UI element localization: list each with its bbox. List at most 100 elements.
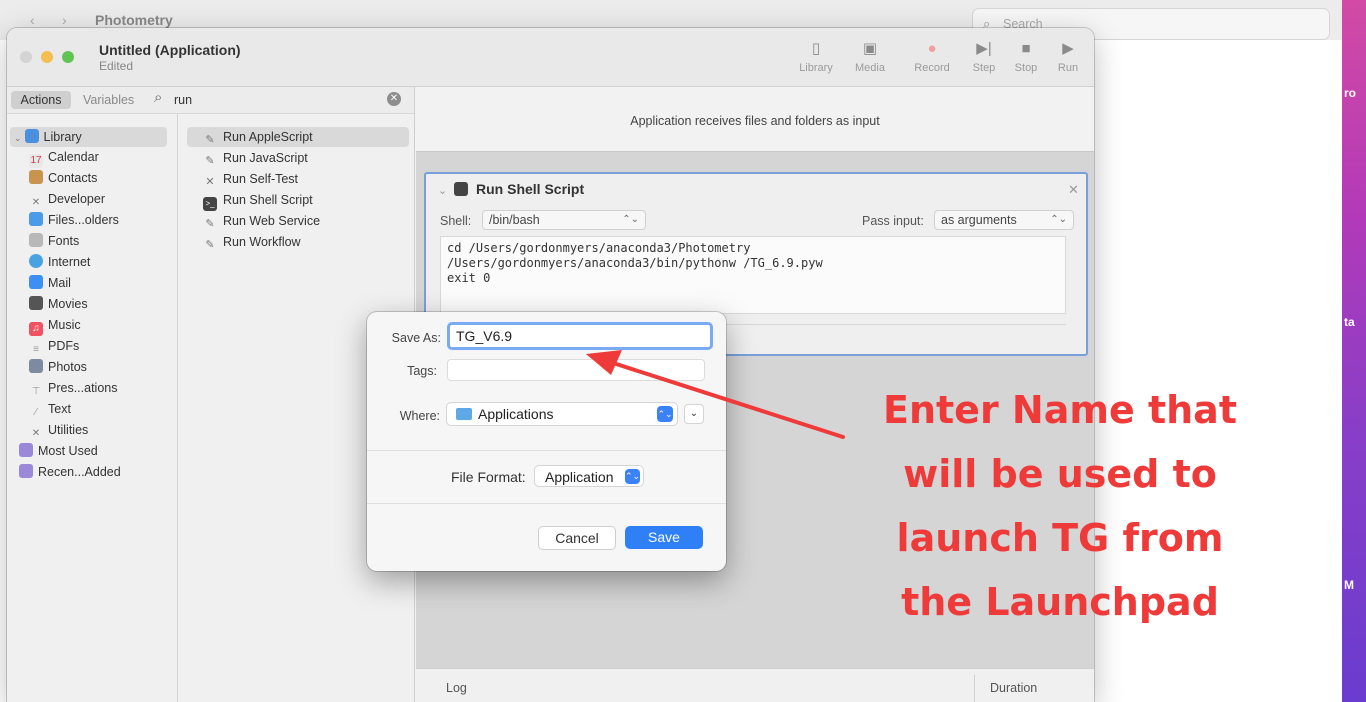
strip-label: M: [1344, 578, 1354, 592]
strip-label: ta: [1344, 315, 1355, 329]
forward-arrow-icon[interactable]: ›: [62, 12, 67, 28]
folder-icon: [19, 464, 33, 478]
media-toolbar-button[interactable]: ▣ Media: [847, 38, 893, 82]
workflow-header: Application receives files and folders a…: [416, 87, 1094, 152]
sidebar-item-pdfs[interactable]: ≡ PDFs: [7, 336, 199, 356]
sidebar-item-label: Recen...Added: [38, 465, 121, 479]
sidebar-item-calendar[interactable]: 17 Calendar: [7, 147, 199, 168]
sidebar-item-music[interactable]: ♫ Music: [7, 315, 199, 336]
calendar-icon: 17: [29, 154, 43, 168]
sidebar-item-developer[interactable]: ✕ Developer: [7, 189, 199, 209]
action-run-shell-script[interactable]: >_ Run Shell Script: [187, 190, 409, 211]
script-line: cd /Users/gordonmyers/anaconda3/Photomet…: [447, 241, 751, 255]
step-icon: ▶︎|: [976, 40, 992, 57]
tab-actions[interactable]: Actions: [11, 91, 71, 109]
action-title: Run Shell Script: [476, 181, 585, 197]
sidebar-item-label: Utilities: [48, 423, 89, 437]
sidebar-item-mail[interactable]: Mail: [7, 273, 199, 293]
chevron-down-icon[interactable]: ⌄: [438, 184, 447, 197]
strip-label: ro: [1344, 86, 1356, 100]
file-format-label: File Format:: [451, 469, 526, 485]
sidebar-item-label: Contacts: [48, 171, 98, 185]
toolbar-label: Step: [972, 62, 996, 74]
action-label: Run Workflow: [223, 235, 301, 249]
sidebar-item-utilities[interactable]: ✕ Utilities: [7, 420, 199, 440]
file-format-select[interactable]: Application ⌃⌄: [534, 465, 644, 487]
sidebar-item-presentations[interactable]: ⊤ Pres...ations: [7, 378, 199, 398]
minimize-window-button[interactable]: [41, 51, 53, 63]
record-icon: ●: [927, 40, 937, 57]
stop-toolbar-button[interactable]: ■ Stop: [1003, 38, 1049, 82]
sidebar-item-label: PDFs: [48, 339, 80, 353]
utilities-icon: ✕: [31, 428, 41, 439]
record-toolbar-button[interactable]: ● Record: [909, 38, 955, 82]
log-column-header[interactable]: Log: [446, 681, 467, 695]
cancel-button[interactable]: Cancel: [538, 526, 616, 550]
sidebar-item-label: Most Used: [38, 444, 98, 458]
script-editor[interactable]: cd /Users/gordonmyers/anaconda3/Photomet…: [440, 236, 1066, 314]
sidebar-item-recently-added[interactable]: Recen...Added: [7, 462, 189, 482]
sidebar-item-files-folders[interactable]: Files...olders: [7, 210, 199, 230]
run-toolbar-button[interactable]: ▶ Run: [1045, 38, 1091, 82]
annotation-line: the Launchpad: [901, 580, 1219, 624]
save-as-value: TG_V6.9: [456, 328, 513, 344]
action-run-web-service[interactable]: ✎ Run Web Service: [187, 211, 409, 231]
pass-input-select[interactable]: as arguments ⌃⌄: [934, 210, 1074, 230]
close-window-button[interactable]: [20, 51, 32, 63]
annotation-callout: Enter Name that will be used to launch T…: [840, 378, 1280, 634]
action-run-self-test[interactable]: ✕ Run Self-Test: [187, 169, 409, 189]
back-arrow-icon[interactable]: ‹: [30, 12, 35, 28]
sidebar-item-text[interactable]: ⁄ Text: [7, 399, 199, 419]
chevron-updown-icon: ⌃⌄: [1050, 214, 1067, 225]
action-search-input[interactable]: run: [174, 91, 192, 109]
where-select[interactable]: Applications ⌃⌄: [446, 402, 678, 426]
divider: [367, 450, 726, 451]
tab-variables[interactable]: Variables: [83, 91, 134, 109]
expand-dialog-button[interactable]: ⌄: [684, 404, 704, 424]
save-as-input[interactable]: TG_V6.9: [447, 322, 713, 350]
action-run-applescript[interactable]: ✎ Run AppleScript: [187, 127, 409, 147]
duration-column-header[interactable]: Duration: [990, 681, 1037, 695]
stop-icon: ■: [1021, 40, 1031, 57]
clear-search-icon[interactable]: ✕: [387, 92, 401, 106]
zoom-window-button[interactable]: [62, 51, 74, 63]
sidebar-item-label: Pres...ations: [48, 381, 118, 395]
where-label: Where:: [399, 409, 440, 423]
desktop-wallpaper-strip: [1342, 0, 1366, 702]
photos-icon: [29, 359, 43, 373]
step-toolbar-button[interactable]: ▶︎| Step: [961, 38, 1007, 82]
chevron-updown-icon: ⌃⌄: [657, 406, 673, 422]
fonts-icon: [29, 233, 43, 247]
sidebar-item-contacts[interactable]: Contacts: [7, 168, 199, 188]
sidebar-item-label: Photos: [48, 360, 87, 374]
tags-label: Tags:: [407, 364, 437, 378]
window-subtitle: Edited: [99, 59, 134, 73]
terminal-icon: [454, 182, 468, 196]
action-run-workflow[interactable]: ✎ Run Workflow: [187, 232, 409, 252]
play-icon: ▶: [1062, 40, 1074, 57]
save-button[interactable]: Save: [625, 526, 703, 549]
tags-input[interactable]: [447, 359, 705, 381]
folder-icon: [456, 408, 472, 420]
chevron-down-icon: ⌄: [14, 133, 22, 143]
sidebar-item-internet[interactable]: Internet: [7, 252, 199, 272]
sidebar-item-label: Calendar: [48, 150, 99, 164]
toolbar-label: Run: [1057, 62, 1079, 74]
sidebar-item-fonts[interactable]: Fonts: [7, 231, 199, 251]
text-icon: ⁄: [35, 407, 37, 418]
sidebar-item-photos[interactable]: Photos: [7, 357, 199, 377]
action-run-javascript[interactable]: ✎ Run JavaScript: [187, 148, 409, 168]
where-value: Applications: [478, 406, 554, 422]
divider: [367, 503, 726, 504]
sidebar-item-most-used[interactable]: Most Used: [7, 441, 189, 461]
sidebar-item-library[interactable]: ⌄ Library: [10, 127, 167, 147]
sidebar-item-movies[interactable]: Movies: [7, 294, 199, 314]
tools-icon: ✕: [205, 176, 215, 188]
music-icon: ♫: [29, 322, 43, 336]
close-icon[interactable]: ✕: [1068, 182, 1079, 198]
shell-value: /bin/bash: [489, 213, 540, 227]
library-toolbar-button[interactable]: ▯ Library: [793, 38, 839, 82]
folder-icon: [19, 443, 33, 457]
shell-select[interactable]: /bin/bash ⌃⌄: [482, 210, 646, 230]
globe-icon: [29, 254, 43, 268]
